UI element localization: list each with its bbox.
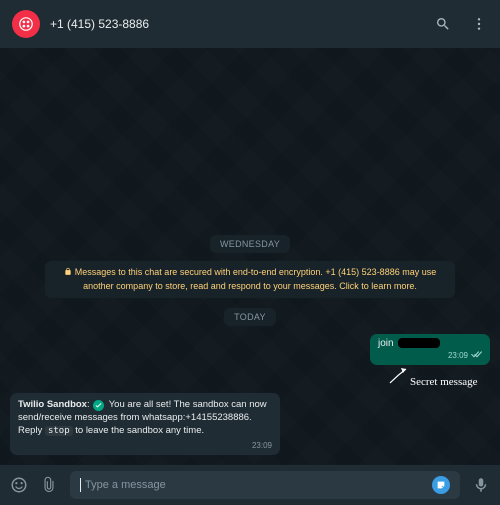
mic-icon[interactable] [472, 476, 490, 494]
outgoing-message-text: join [378, 338, 394, 349]
incoming-message-text-2: to leave the sandbox any time. [73, 425, 205, 436]
lock-icon [64, 267, 72, 280]
menu-kebab-icon[interactable] [470, 15, 488, 33]
chat-scroll-area[interactable]: WEDNESDAY Messages to this chat are secu… [0, 48, 500, 465]
redacted-text [398, 338, 440, 348]
encryption-notice-text: Messages to this chat are secured with e… [75, 267, 436, 291]
emoji-icon[interactable] [10, 476, 28, 494]
annotation: Secret message [8, 367, 492, 391]
incoming-message-code: stop [45, 426, 73, 436]
chat-header: +1 (415) 523-8886 [0, 0, 500, 48]
day-divider: TODAY [224, 308, 276, 326]
contact-name[interactable]: +1 (415) 523-8886 [50, 17, 424, 31]
day-divider: WEDNESDAY [210, 235, 290, 253]
outgoing-message-time: 23:09 [448, 351, 468, 360]
message-input-placeholder: Type a message [85, 479, 432, 491]
outgoing-message[interactable]: join 23:09 [370, 334, 490, 365]
search-icon[interactable] [434, 15, 452, 33]
text-caret [80, 478, 81, 492]
incoming-message-time: 23:09 [252, 440, 272, 451]
incoming-message[interactable]: Twilio Sandbox: You are all set! The san… [10, 393, 280, 455]
attach-icon[interactable] [40, 476, 58, 494]
twilio-logo-icon [17, 15, 35, 33]
message-input[interactable]: Type a message [70, 471, 460, 499]
composer: Type a message [0, 465, 500, 505]
annotation-text: Secret message [410, 376, 478, 388]
verified-check-icon [93, 400, 104, 411]
contact-avatar[interactable] [12, 10, 40, 38]
sticker-icon[interactable] [432, 476, 450, 494]
delivered-ticks-icon [471, 350, 483, 361]
incoming-sender-name: Twilio Sandbox [18, 399, 87, 410]
encryption-notice[interactable]: Messages to this chat are secured with e… [45, 261, 455, 298]
